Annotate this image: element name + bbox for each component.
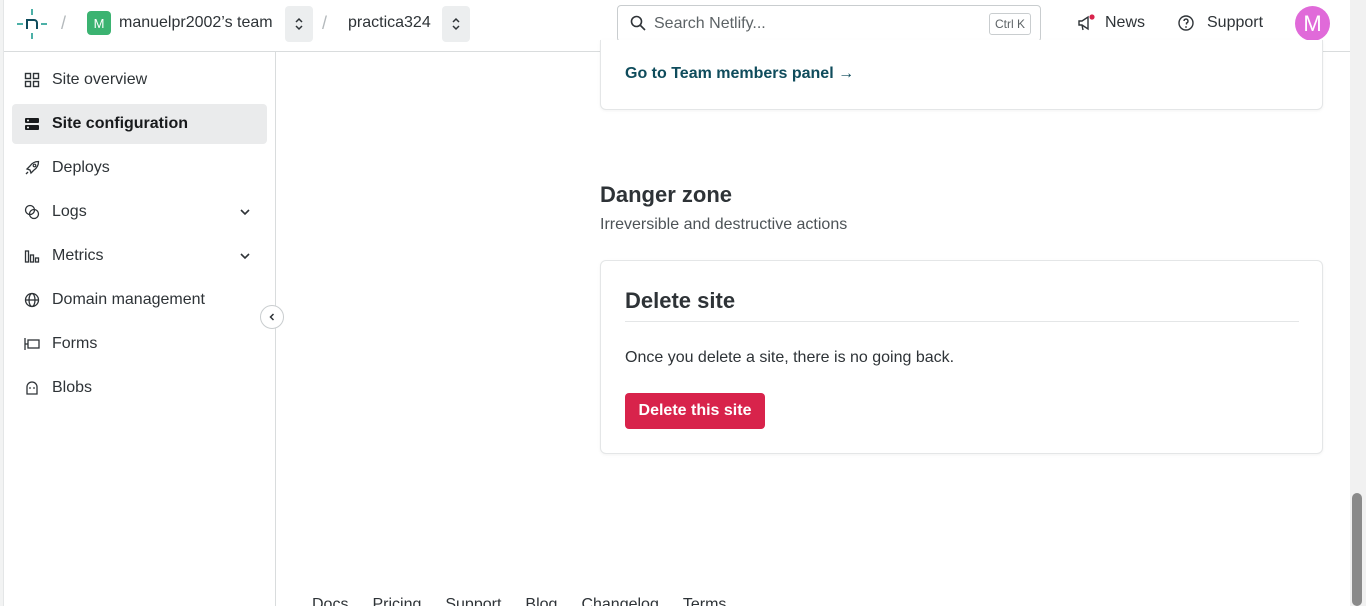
breadcrumb-separator: / bbox=[322, 13, 328, 33]
netlify-logo-icon[interactable] bbox=[16, 8, 48, 40]
sidebar-item-metrics[interactable]: Metrics bbox=[12, 236, 267, 276]
danger-zone-subtitle: Irreversible and destructive actions bbox=[600, 216, 848, 233]
user-avatar[interactable]: M bbox=[1295, 6, 1330, 41]
card-divider bbox=[625, 321, 1299, 322]
server-icon bbox=[25, 118, 39, 130]
footer-links: Docs Pricing Support Blog Changelog Term… bbox=[312, 596, 726, 606]
chevron-up-down-icon bbox=[452, 17, 460, 31]
team-name-breadcrumb[interactable]: manuelpr2002’s team bbox=[119, 14, 273, 32]
footer-link-support[interactable]: Support bbox=[445, 596, 501, 606]
chevron-left-icon bbox=[269, 313, 275, 321]
sidebar-item-label: Deploys bbox=[52, 159, 110, 176]
news-link[interactable]: News bbox=[1105, 14, 1145, 32]
help-circle-icon bbox=[1178, 15, 1194, 31]
sidebar-item-site-configuration[interactable]: Site configuration bbox=[12, 104, 267, 144]
vertical-scrollbar-thumb[interactable] bbox=[1352, 493, 1362, 606]
sidebar: Site overview Site configuration Deploys… bbox=[4, 52, 276, 606]
footer-link-changelog[interactable]: Changelog bbox=[581, 596, 658, 606]
sidebar-item-forms[interactable]: Forms bbox=[12, 324, 267, 364]
support-link[interactable]: Support bbox=[1207, 14, 1263, 32]
delete-site-button[interactable]: Delete this site bbox=[625, 393, 765, 429]
sidebar-item-domain-management[interactable]: Domain management bbox=[12, 280, 267, 320]
rocket-icon bbox=[25, 160, 40, 175]
sidebar-item-label: Forms bbox=[52, 335, 98, 352]
team-switcher-button[interactable] bbox=[285, 6, 313, 42]
sidebar-item-logs[interactable]: Logs bbox=[12, 192, 267, 232]
search-shortcut-hint: Ctrl K bbox=[989, 13, 1031, 35]
globe-icon bbox=[24, 292, 40, 308]
search-input[interactable]: Search Netlify... Ctrl K bbox=[617, 5, 1041, 42]
chevron-up-down-icon bbox=[295, 17, 303, 31]
team-avatar[interactable]: M bbox=[87, 11, 111, 35]
sidebar-item-label: Metrics bbox=[52, 247, 104, 264]
search-icon bbox=[630, 15, 646, 31]
sidebar-item-label: Site configuration bbox=[52, 115, 188, 132]
megaphone-icon bbox=[1078, 14, 1095, 31]
delete-site-title: Delete site bbox=[625, 288, 736, 313]
collapse-sidebar-button[interactable] bbox=[260, 305, 284, 329]
sidebar-item-label: Domain management bbox=[52, 291, 205, 308]
chevron-down-icon bbox=[240, 253, 250, 260]
blob-icon bbox=[26, 381, 38, 395]
bar-chart-icon bbox=[24, 250, 40, 263]
layers-icon bbox=[24, 204, 40, 220]
chevron-down-icon bbox=[240, 209, 250, 216]
danger-zone-title: Danger zone bbox=[600, 182, 733, 207]
delete-site-card: Delete site Once you delete a site, ther… bbox=[600, 260, 1323, 454]
team-members-panel-link[interactable]: Go to Team members panel → bbox=[625, 65, 854, 83]
sidebar-item-label: Blobs bbox=[52, 379, 93, 396]
footer-link-terms[interactable]: Terms bbox=[683, 596, 727, 606]
team-members-card: Go to Team members panel → bbox=[600, 40, 1323, 110]
site-name-breadcrumb[interactable]: practica324 bbox=[348, 14, 431, 32]
grid-icon bbox=[24, 72, 40, 88]
footer-link-blog[interactable]: Blog bbox=[525, 596, 557, 606]
footer-link-docs[interactable]: Docs bbox=[312, 596, 348, 606]
footer-link-pricing[interactable]: Pricing bbox=[372, 596, 421, 606]
sidebar-item-site-overview[interactable]: Site overview bbox=[12, 60, 267, 100]
sidebar-item-deploys[interactable]: Deploys bbox=[12, 148, 267, 188]
sidebar-item-label: Logs bbox=[52, 203, 87, 220]
sidebar-item-label: Site overview bbox=[52, 71, 148, 88]
site-switcher-button[interactable] bbox=[442, 6, 470, 42]
delete-site-description: Once you delete a site, there is no goin… bbox=[625, 349, 955, 366]
form-icon bbox=[24, 338, 40, 350]
breadcrumb-separator: / bbox=[61, 13, 67, 33]
sidebar-item-blobs[interactable]: Blobs bbox=[12, 368, 267, 408]
search-placeholder: Search Netlify... bbox=[654, 15, 766, 32]
